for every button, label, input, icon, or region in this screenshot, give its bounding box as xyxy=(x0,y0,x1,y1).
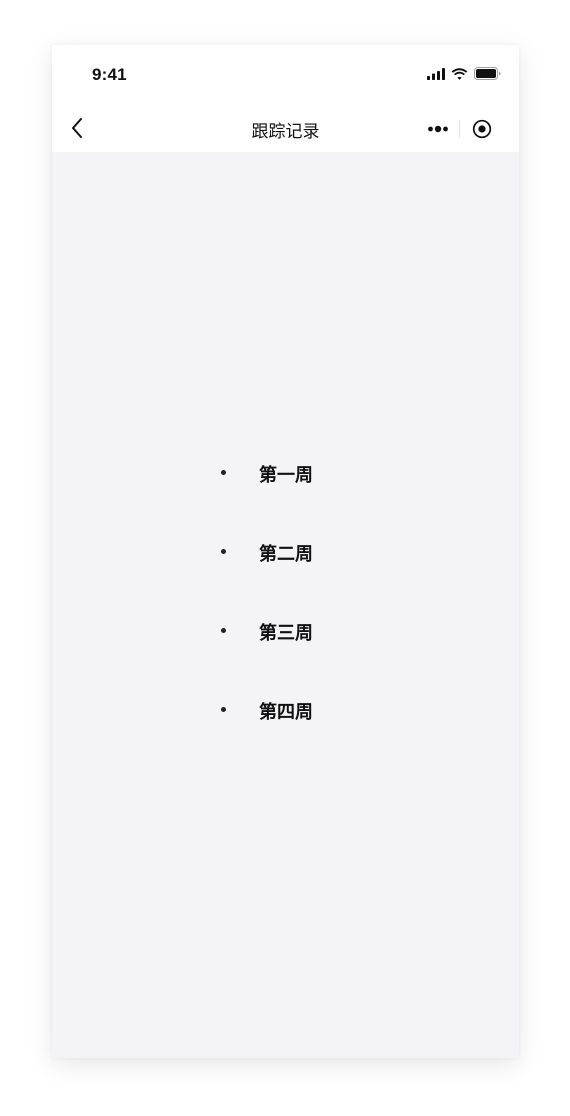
list-item-week-2[interactable]: 第二周 xyxy=(52,534,519,613)
close-button[interactable] xyxy=(460,113,503,145)
signal-icon xyxy=(427,67,445,80)
list-item-week-4[interactable]: 第四周 xyxy=(52,692,519,771)
status-bar: 9:41 xyxy=(52,45,519,105)
bullet-icon xyxy=(221,470,226,475)
more-dots-icon xyxy=(427,125,448,133)
week-label: 第二周 xyxy=(259,544,313,564)
mini-program-capsule xyxy=(416,113,503,145)
bullet-icon xyxy=(221,549,226,554)
battery-icon xyxy=(474,67,501,80)
status-icons xyxy=(427,67,501,80)
wifi-icon xyxy=(451,67,468,80)
bullet-icon xyxy=(221,628,226,633)
phone-screen: 9:41 跟踪记录 第一周 第二周 第三周 第四周 xyxy=(52,45,519,1058)
navigation-bar: 跟踪记录 xyxy=(52,105,519,152)
record-circle-icon xyxy=(472,119,491,139)
list-item-week-1[interactable]: 第一周 xyxy=(52,455,519,534)
week-label: 第一周 xyxy=(259,465,313,485)
week-list: 第一周 第二周 第三周 第四周 xyxy=(52,455,519,771)
status-time: 9:41 xyxy=(92,65,127,84)
bullet-icon xyxy=(221,707,226,712)
week-label: 第三周 xyxy=(259,623,313,643)
list-item-week-3[interactable]: 第三周 xyxy=(52,613,519,692)
more-button[interactable] xyxy=(416,113,459,145)
week-label: 第四周 xyxy=(259,702,313,722)
